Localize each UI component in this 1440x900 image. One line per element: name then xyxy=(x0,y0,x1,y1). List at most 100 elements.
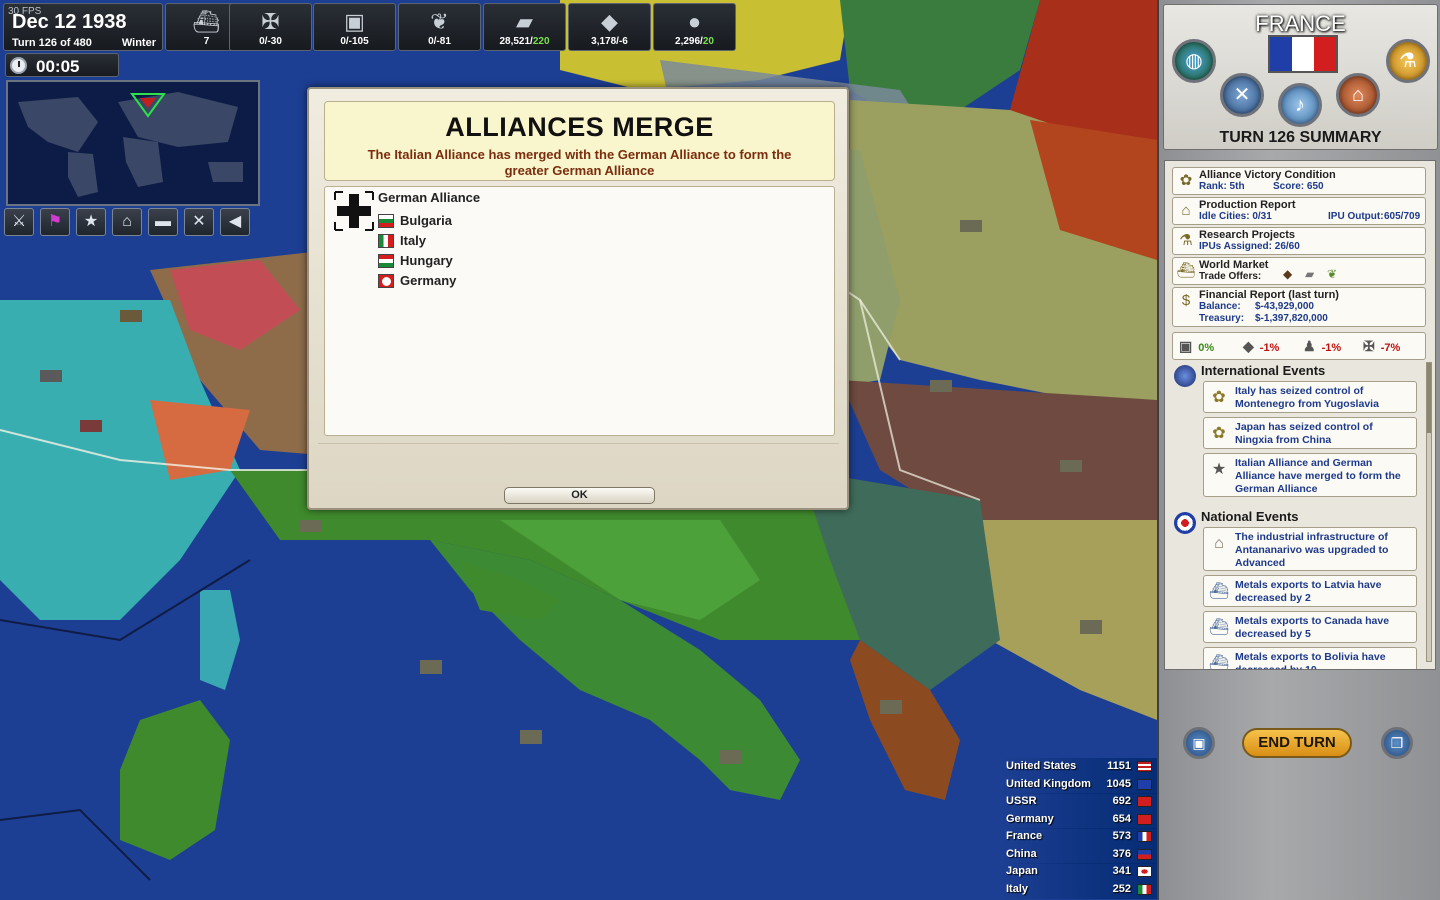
resource-item[interactable]: ❦ 0/-81 xyxy=(398,3,481,51)
modifier-value: 0% xyxy=(1198,342,1215,354)
france-flag-icon xyxy=(1268,35,1338,73)
score-row[interactable]: USSR 692 xyxy=(1000,793,1157,811)
industry-button[interactable]: ⌂ xyxy=(1336,73,1380,117)
score-row[interactable]: Germany 654 xyxy=(1000,810,1157,829)
financial-report-item[interactable]: $ Financial Report (last turn) Balance: … xyxy=(1172,287,1426,327)
laurel-icon: ✿ xyxy=(1179,172,1193,189)
collapse-arrow-icon: ◀ xyxy=(228,213,242,230)
collapse-toolbar-button[interactable]: ◀ xyxy=(220,208,250,236)
modifiers-row: ▣ 0% ◆ -1% ♟ -1% ✠ -7% xyxy=(1172,332,1426,360)
balance-label: Balance: xyxy=(1199,301,1241,312)
worker-icon: ♟ xyxy=(1303,338,1316,354)
research-button[interactable]: ⚗ xyxy=(1386,39,1430,83)
window-icon: ❐ xyxy=(1390,735,1404,751)
menu-button[interactable]: ❐ xyxy=(1381,727,1413,759)
combat-filter-button[interactable]: ✕ xyxy=(184,208,214,236)
national-event[interactable]: ⛴ Metals exports to Latvia have decrease… xyxy=(1203,575,1417,607)
score-row[interactable]: United Kingdom 1045 xyxy=(1000,775,1157,794)
turn-summary-list: ✿ Alliance Victory Condition Rank: 5th S… xyxy=(1164,160,1436,670)
military-button[interactable]: ✕ xyxy=(1220,73,1264,117)
item-title: Research Projects xyxy=(1199,229,1295,241)
factory-icon: ⌂ xyxy=(1351,84,1365,106)
ship-icon: ⛴ xyxy=(1208,619,1230,636)
score-row[interactable]: China 376 xyxy=(1000,845,1157,864)
flask-icon: ⚗ xyxy=(1179,232,1193,249)
treasury-label: Treasury: xyxy=(1199,313,1245,324)
member-name: Italy xyxy=(400,233,427,248)
event-text: Metals exports to Canada have decreased … xyxy=(1235,615,1390,640)
national-events-title: National Events xyxy=(1201,509,1299,524)
country-score-list: United States 1151 United Kingdom 1045 USS… xyxy=(1000,758,1157,900)
save-button[interactable]: ▣ xyxy=(1183,727,1215,759)
national-event[interactable]: ⛴ Metals exports to Canada have decrease… xyxy=(1203,611,1417,643)
resource-item[interactable]: ▰ 28,521/220 xyxy=(483,3,566,51)
research-projects-item[interactable]: ⚗ Research Projects IPUs Assigned: 26/60 xyxy=(1172,227,1426,255)
score-country: United Kingdom xyxy=(1006,777,1091,790)
game-date: Dec 12 1938 xyxy=(12,11,127,33)
military-filter-button[interactable]: ⚔ xyxy=(4,208,34,236)
score-row[interactable]: United States 1151 xyxy=(1000,758,1157,776)
ship-icon: ⛴ xyxy=(1176,262,1196,279)
globe-button[interactable]: ◍ xyxy=(1172,39,1216,83)
world-market-item[interactable]: ⛴ World Market Trade Offers: ◆ ▰ ❦ xyxy=(1172,257,1426,285)
score-country: USSR xyxy=(1006,795,1037,807)
resource-cap: 20 xyxy=(702,36,714,47)
turn-counter: Turn 126 of 480 xyxy=(12,37,92,49)
alliances-merge-dialog: ALLIANCES MERGE The Italian Alliance has… xyxy=(307,87,849,510)
score-row[interactable]: France 573 xyxy=(1000,828,1157,846)
globe-icon xyxy=(1174,365,1196,387)
flag-filter-icon: ⚑ xyxy=(47,213,63,230)
alliance-name: German Alliance xyxy=(378,190,481,205)
france-roundel-icon xyxy=(1174,512,1196,534)
events-scrollbar[interactable] xyxy=(1426,362,1432,662)
score-country: France xyxy=(1006,830,1043,842)
soldier-icon: ✠ xyxy=(1363,338,1375,354)
globe-icon: ◍ xyxy=(1185,50,1203,72)
international-event[interactable]: ✿ Italy has seized control of Montenegro… xyxy=(1203,381,1417,413)
score-value: Score: 650 xyxy=(1273,181,1324,192)
resource-value: 3,178/-6 xyxy=(591,36,628,47)
alliance-member-list: German Alliance Bulgaria Italy Hungary G… xyxy=(324,186,835,436)
score-value: 341 xyxy=(1112,865,1131,877)
ship-icon: ⛴ xyxy=(1208,655,1230,670)
national-event[interactable]: ⛴ Metals exports to Bolivia have decreas… xyxy=(1203,647,1417,670)
score-row[interactable]: Japan 341 xyxy=(1000,863,1157,881)
score-value: 252 xyxy=(1112,882,1131,895)
crossed-swords-icon: ✕ xyxy=(1233,84,1251,106)
resource-item[interactable]: ✠ 0/-30 xyxy=(229,3,312,51)
ship-icon: ⛴ xyxy=(1208,583,1230,600)
national-event[interactable]: ⌂ The industrial infrastructure of Antan… xyxy=(1203,527,1417,571)
end-turn-button[interactable]: END TURN xyxy=(1242,728,1352,758)
rank-value: Rank: 5th xyxy=(1199,181,1245,192)
international-events-title: International Events xyxy=(1201,363,1326,378)
international-event[interactable]: ✿ Japan has seized control of Ningxia fr… xyxy=(1203,417,1417,449)
minimap[interactable] xyxy=(6,80,260,206)
ok-button[interactable]: OK xyxy=(504,487,655,504)
uk-flag-icon xyxy=(1137,778,1152,790)
agriculture-icon: ❦ xyxy=(430,9,449,34)
event-text: The industrial infrastructure of Antanan… xyxy=(1235,531,1389,569)
resource-cap: 220 xyxy=(532,36,550,47)
china-flag-icon xyxy=(1137,848,1152,860)
resource-value: 0/-30 xyxy=(259,36,282,47)
resource-item[interactable]: ▣ 0/-105 xyxy=(313,3,396,51)
summary-panel: FRANCE ◍ ✕ ♪ ⌂ ⚗ TURN 126 SUMMARY ✿ Alli… xyxy=(1157,0,1440,900)
score-value: 654 xyxy=(1112,812,1131,825)
resource-item[interactable]: ◆ 3,178/-6 xyxy=(568,3,651,51)
diplomacy-button[interactable]: ♪ xyxy=(1278,83,1322,127)
bulgaria-flag-icon xyxy=(378,214,394,228)
production-report-item[interactable]: ⌂ Production Report Idle Cities: 0/31 IP… xyxy=(1172,197,1426,225)
score-row[interactable]: Italy 252 xyxy=(1000,880,1157,899)
victory-condition-item[interactable]: ✿ Alliance Victory Condition Rank: 5th S… xyxy=(1172,167,1426,195)
tank-filter-button[interactable]: ▬ xyxy=(148,208,178,236)
item-title: Alliance Victory Condition xyxy=(1199,169,1336,181)
scrollbar-thumb[interactable] xyxy=(1427,363,1431,433)
factory-filter-button[interactable]: ⌂ xyxy=(112,208,142,236)
ussr-flag-icon xyxy=(1137,796,1152,807)
resource-item[interactable]: ● 2,296/20 xyxy=(653,3,736,51)
laurel-icon: ✿ xyxy=(1212,425,1226,442)
star-filter-button[interactable]: ★ xyxy=(76,208,106,236)
modifier-goods: ▣ 0% xyxy=(1179,338,1214,355)
flag-filter-button[interactable]: ⚑ xyxy=(40,208,70,236)
international-event[interactable]: ★ Italian Alliance and German Alliance h… xyxy=(1203,453,1417,497)
